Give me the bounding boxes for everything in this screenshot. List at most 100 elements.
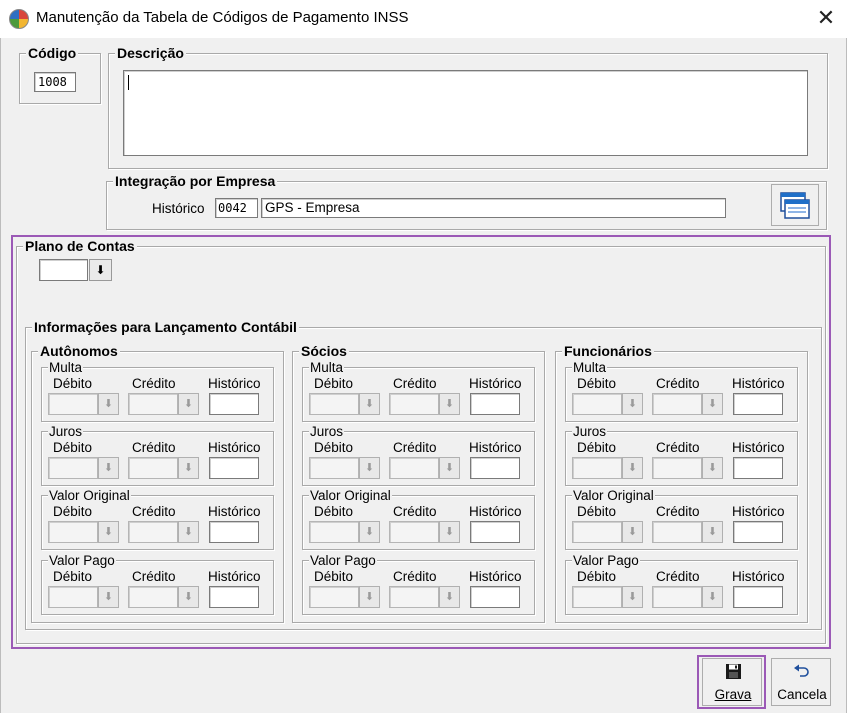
down-arrow-icon: ⬇: [707, 591, 718, 603]
autonomos-multa-debito-header: Débito: [53, 376, 93, 391]
down-arrow-icon: ⬇: [707, 398, 718, 410]
down-arrow-icon: ⬇: [103, 398, 114, 410]
socios-valor-original-debito-dropdown[interactable]: ⬇: [359, 521, 380, 543]
socios-valor-original-historico-header: Histórico: [469, 504, 522, 519]
socios-valor-original-credito-header: Crédito: [393, 504, 437, 519]
autonomos-valor-pago-credito-dropdown[interactable]: ⬇: [178, 586, 199, 608]
window-stack-icon: [780, 192, 810, 220]
autonomos-juros-credito-field[interactable]: [128, 457, 178, 479]
close-icon[interactable]: ✕: [812, 4, 840, 32]
codigo-field[interactable]: 1008: [34, 72, 76, 92]
autonomos-valor-pago-debito-header: Débito: [53, 569, 93, 584]
funcionarios-multa-debito-field[interactable]: [572, 393, 622, 415]
socios-valor-pago-credito-dropdown[interactable]: ⬇: [439, 586, 460, 608]
autonomos-multa-historico-header: Histórico: [208, 376, 261, 391]
autonomos-valor-pago-historico-field[interactable]: [209, 586, 259, 608]
funcionarios-valor-original-debito-dropdown[interactable]: ⬇: [622, 521, 643, 543]
funcionarios-juros-historico-header: Histórico: [732, 440, 785, 455]
funcionarios-multa-credito-field[interactable]: [652, 393, 702, 415]
socios-multa-historico-field[interactable]: [470, 393, 520, 415]
socios-juros-debito-field[interactable]: [309, 457, 359, 479]
autonomos-valor-pago-debito-dropdown[interactable]: ⬇: [98, 586, 119, 608]
autonomos-multa-debito-field[interactable]: [48, 393, 98, 415]
socios-multa-credito-field[interactable]: [389, 393, 439, 415]
funcionarios-valor-original-debito-field[interactable]: [572, 521, 622, 543]
funcionarios-valor-original-credito-field[interactable]: [652, 521, 702, 543]
autonomos-juros-historico-header: Histórico: [208, 440, 261, 455]
socios-valor-original-historico-field[interactable]: [470, 521, 520, 543]
socios-valor-pago-historico-field[interactable]: [470, 586, 520, 608]
autonomos-valor-original-debito-dropdown[interactable]: ⬇: [98, 521, 119, 543]
funcionarios-valor-original-historico-field[interactable]: [733, 521, 783, 543]
funcionarios-valor-original-credito-header: Crédito: [656, 504, 700, 519]
funcionarios-valor-pago-credito-dropdown[interactable]: ⬇: [702, 586, 723, 608]
funcionarios-multa-debito-dropdown[interactable]: ⬇: [622, 393, 643, 415]
funcionarios-juros-credito-header: Crédito: [656, 440, 700, 455]
funcionarios-valor-pago-historico-field[interactable]: [733, 586, 783, 608]
plano-select[interactable]: [39, 259, 88, 281]
cancela-button[interactable]: Cancela: [771, 658, 831, 706]
grava-button[interactable]: Grava: [702, 658, 762, 706]
funcionarios-valor-pago-debito-dropdown[interactable]: ⬇: [622, 586, 643, 608]
socios-valor-pago-debito-field[interactable]: [309, 586, 359, 608]
funcionarios-juros-credito-field[interactable]: [652, 457, 702, 479]
socios-multa-credito-dropdown[interactable]: ⬇: [439, 393, 460, 415]
autonomos-juros-debito-field[interactable]: [48, 457, 98, 479]
socios-valor-original-credito-dropdown[interactable]: ⬇: [439, 521, 460, 543]
socios-juros-credito-dropdown[interactable]: ⬇: [439, 457, 460, 479]
socios-multa-debito-header: Débito: [314, 376, 354, 391]
app-icon: [9, 9, 29, 29]
autonomos-juros-debito-dropdown[interactable]: ⬇: [98, 457, 119, 479]
funcionarios-juros-debito-field[interactable]: [572, 457, 622, 479]
funcionarios-juros-debito-header: Débito: [577, 440, 617, 455]
autonomos-valor-original-historico-field[interactable]: [209, 521, 259, 543]
socios-valor-original-credito-field[interactable]: [389, 521, 439, 543]
autonomos-valor-pago-credito-field[interactable]: [128, 586, 178, 608]
funcionarios-juros-debito-dropdown[interactable]: ⬇: [622, 457, 643, 479]
historico-desc-field[interactable]: GPS - Empresa: [261, 198, 726, 218]
autonomos-multa-credito-dropdown[interactable]: ⬇: [178, 393, 199, 415]
autonomos-juros-credito-dropdown[interactable]: ⬇: [178, 457, 199, 479]
funcionarios-multa-historico-field[interactable]: [733, 393, 783, 415]
funcionarios-valor-pago-credito-field[interactable]: [652, 586, 702, 608]
autonomos-juros-historico-field[interactable]: [209, 457, 259, 479]
socios-valor-pago-debito-header: Débito: [314, 569, 354, 584]
down-arrow-icon: ⬇: [103, 526, 114, 538]
down-arrow-icon: ⬇: [183, 526, 194, 538]
autonomos-multa-label: Multa: [48, 360, 84, 375]
funcionarios-juros-historico-field[interactable]: [733, 457, 783, 479]
socios-valor-original-debito-field[interactable]: [309, 521, 359, 543]
window-lookup-button[interactable]: [771, 184, 819, 226]
autonomos-multa-debito-dropdown[interactable]: ⬇: [98, 393, 119, 415]
undo-arrow-icon: [793, 664, 811, 680]
descricao-textarea[interactable]: [123, 70, 808, 156]
funcionarios-valor-pago-debito-field[interactable]: [572, 586, 622, 608]
funcionarios-multa-credito-dropdown[interactable]: ⬇: [702, 393, 723, 415]
funcionarios-multa-debito-header: Débito: [577, 376, 617, 391]
plano-label: Plano de Contas: [23, 238, 137, 254]
autonomos-multa-credito-field[interactable]: [128, 393, 178, 415]
socios-multa-credito-header: Crédito: [393, 376, 437, 391]
autonomos-valor-pago-debito-field[interactable]: [48, 586, 98, 608]
socios-multa-debito-dropdown[interactable]: ⬇: [359, 393, 380, 415]
socios-valor-pago-credito-field[interactable]: [389, 586, 439, 608]
autonomos-valor-original-credito-dropdown[interactable]: ⬇: [178, 521, 199, 543]
down-arrow-icon: ⬇: [95, 263, 106, 277]
socios-juros-historico-field[interactable]: [470, 457, 520, 479]
down-arrow-icon: ⬇: [183, 462, 194, 474]
socios-juros-credito-field[interactable]: [389, 457, 439, 479]
socios-valor-pago-debito-dropdown[interactable]: ⬇: [359, 586, 380, 608]
historico-code-field[interactable]: 0042: [215, 198, 258, 218]
funcionarios-juros-credito-dropdown[interactable]: ⬇: [702, 457, 723, 479]
funcionarios-valor-original-credito-dropdown[interactable]: ⬇: [702, 521, 723, 543]
autonomos-multa-historico-field[interactable]: [209, 393, 259, 415]
funcionarios-valor-original-label: Valor Original: [572, 488, 655, 503]
socios-juros-debito-dropdown[interactable]: ⬇: [359, 457, 380, 479]
descricao-label: Descrição: [115, 45, 186, 61]
plano-dropdown-button[interactable]: ⬇: [89, 259, 112, 281]
autonomos-valor-original-historico-header: Histórico: [208, 504, 261, 519]
autonomos-valor-original-debito-field[interactable]: [48, 521, 98, 543]
socios-multa-debito-field[interactable]: [309, 393, 359, 415]
autonomos-valor-original-credito-field[interactable]: [128, 521, 178, 543]
socios-juros-credito-header: Crédito: [393, 440, 437, 455]
